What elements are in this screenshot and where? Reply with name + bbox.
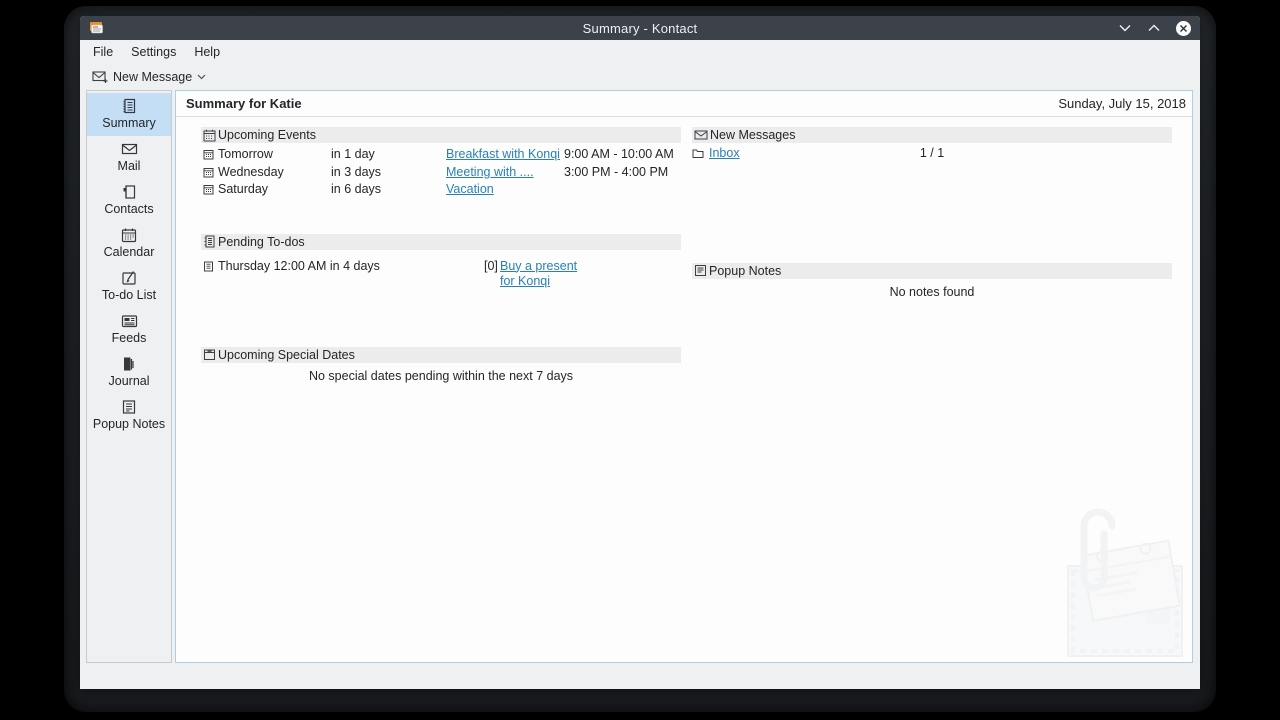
event-link[interactable]: Breakfast with Konqi xyxy=(446,146,564,164)
close-icon xyxy=(1176,21,1191,36)
popup-notes-empty-text: No notes found xyxy=(692,279,1172,299)
event-when: in 6 days xyxy=(331,181,446,199)
mail-small-icon xyxy=(694,129,708,141)
section-title: Upcoming Events xyxy=(218,128,316,142)
event-date: Saturday xyxy=(218,181,268,199)
feeds-icon xyxy=(121,313,138,329)
kontact-window: Summary - Kontact File Settings Help xyxy=(80,16,1200,689)
page-title: Summary for Katie xyxy=(186,96,302,111)
section-title: Upcoming Special Dates xyxy=(218,348,355,362)
event-row: Tomorrow in 1 day Breakfast with Konqi 9… xyxy=(203,146,681,164)
calendar-icon xyxy=(121,227,137,243)
todo-link[interactable]: Buy a present for Konqi xyxy=(500,259,595,289)
sidebar-item-summary[interactable]: Summary xyxy=(87,93,171,136)
section-title: Pending To-dos xyxy=(218,235,305,249)
menu-help[interactable]: Help xyxy=(185,42,229,62)
new-messages-section: New Messages Inbox 1 / 1 xyxy=(692,127,1172,163)
event-row: Saturday in 6 days Vacation xyxy=(203,181,681,199)
minimize-button[interactable] xyxy=(1117,20,1133,36)
event-when: in 3 days xyxy=(331,164,446,182)
special-dates-header: Upcoming Special Dates xyxy=(201,347,681,363)
section-title: Popup Notes xyxy=(709,264,781,278)
titlebar: Summary - Kontact xyxy=(80,16,1200,40)
upcoming-events-section: Upcoming Events Tomorrow xyxy=(201,127,681,199)
calendar-row-icon xyxy=(203,149,214,160)
section-title: New Messages xyxy=(710,128,795,142)
calendar-row-icon xyxy=(203,167,214,178)
folder-icon xyxy=(692,148,704,159)
event-link[interactable]: Meeting with .... xyxy=(446,164,564,182)
popup-notes-header: Popup Notes xyxy=(692,263,1172,279)
window-title: Summary - Kontact xyxy=(80,21,1200,36)
sidebar-item-feeds[interactable]: Feeds xyxy=(87,308,171,351)
journal-small-icon xyxy=(203,235,216,248)
notes-icon xyxy=(121,399,137,415)
maximize-button[interactable] xyxy=(1146,20,1162,36)
mail-new-icon xyxy=(92,70,108,84)
desktop-frame: Summary - Kontact File Settings Help xyxy=(64,6,1216,712)
sidebar-item-label: Contacts xyxy=(104,203,153,216)
menu-settings[interactable]: Settings xyxy=(122,42,185,62)
sidebar-item-mail[interactable]: Mail xyxy=(87,136,171,179)
new-message-button[interactable]: New Message xyxy=(88,68,210,86)
new-messages-header: New Messages xyxy=(692,127,1172,143)
upcoming-events-header: Upcoming Events xyxy=(201,127,681,143)
left-column: Upcoming Events Tomorrow xyxy=(201,127,681,662)
pending-todos-header: Pending To-dos xyxy=(201,234,681,250)
event-time: 3:00 PM - 4:00 PM xyxy=(564,164,681,182)
mail-icon xyxy=(121,141,138,157)
sidebar-item-label: To-do List xyxy=(102,289,156,302)
pending-todos-section: Pending To-dos Thursday 12:00 AM in 4 da… xyxy=(201,234,681,289)
sidebar-item-calendar[interactable]: Calendar xyxy=(87,222,171,265)
inbox-link[interactable]: Inbox xyxy=(709,145,740,163)
sidebar-item-label: Feeds xyxy=(112,332,147,345)
popup-notes-section: Popup Notes No notes found xyxy=(692,263,1172,299)
close-button[interactable] xyxy=(1175,20,1191,36)
header-date: Sunday, July 15, 2018 xyxy=(1058,96,1186,111)
sidebar-item-journal[interactable]: Journal xyxy=(87,351,171,394)
event-date: Wednesday xyxy=(218,164,284,182)
event-row: Wednesday in 3 days Meeting with .... 3:… xyxy=(203,164,681,182)
contacts-icon xyxy=(121,184,137,200)
chevron-down-icon xyxy=(197,74,206,80)
todo-icon xyxy=(121,270,137,286)
journal-icon xyxy=(121,356,137,372)
calendar-small-icon xyxy=(203,129,216,142)
inbox-count: 1 / 1 xyxy=(920,145,944,163)
special-date-icon xyxy=(203,348,216,361)
notes-small-icon xyxy=(694,264,707,277)
todo-row-icon xyxy=(203,261,214,272)
event-date: Tomorrow xyxy=(218,146,273,164)
event-when: in 1 day xyxy=(331,146,446,164)
calendar-row-icon xyxy=(203,184,214,195)
titlebar-controls xyxy=(1117,20,1191,36)
todo-priority-badge: [0] xyxy=(484,259,500,274)
sidebar-item-label: Mail xyxy=(118,160,141,173)
sidebar-item-label: Popup Notes xyxy=(93,418,165,431)
summary-icon xyxy=(121,98,137,114)
todo-date: Thursday 12:00 AM in 4 days xyxy=(218,259,380,274)
sidebar-item-contacts[interactable]: Contacts xyxy=(87,179,171,222)
content-area: Summary Mail xyxy=(86,90,1193,663)
sidebar-item-todo[interactable]: To-do List xyxy=(87,265,171,308)
sidebar-item-popup-notes[interactable]: Popup Notes xyxy=(87,394,171,437)
sidebar-item-label: Journal xyxy=(109,375,150,388)
summary-panel: Summary for Katie Sunday, July 15, 2018 xyxy=(175,90,1193,663)
message-folder-row: Inbox 1 / 1 xyxy=(692,143,1172,163)
special-dates-empty-text: No special dates pending within the next… xyxy=(201,363,681,383)
new-message-label: New Message xyxy=(113,70,192,84)
menubar: File Settings Help xyxy=(80,40,1200,64)
sidebar: Summary Mail xyxy=(86,90,172,663)
event-link[interactable]: Vacation xyxy=(446,181,564,199)
todo-row: Thursday 12:00 AM in 4 days [0] Buy a pr… xyxy=(203,253,681,289)
special-dates-section: Upcoming Special Dates No special dates … xyxy=(201,347,681,383)
toolbar: New Message xyxy=(80,64,1200,90)
event-time: 9:00 AM - 10:00 AM xyxy=(564,146,681,164)
sidebar-item-label: Calendar xyxy=(104,246,155,259)
sidebar-item-label: Summary xyxy=(102,117,155,130)
right-column: New Messages Inbox 1 / 1 xyxy=(692,127,1172,662)
menu-file[interactable]: File xyxy=(84,42,122,62)
summary-columns: Upcoming Events Tomorrow xyxy=(176,117,1192,662)
summary-header: Summary for Katie Sunday, July 15, 2018 xyxy=(176,91,1192,117)
